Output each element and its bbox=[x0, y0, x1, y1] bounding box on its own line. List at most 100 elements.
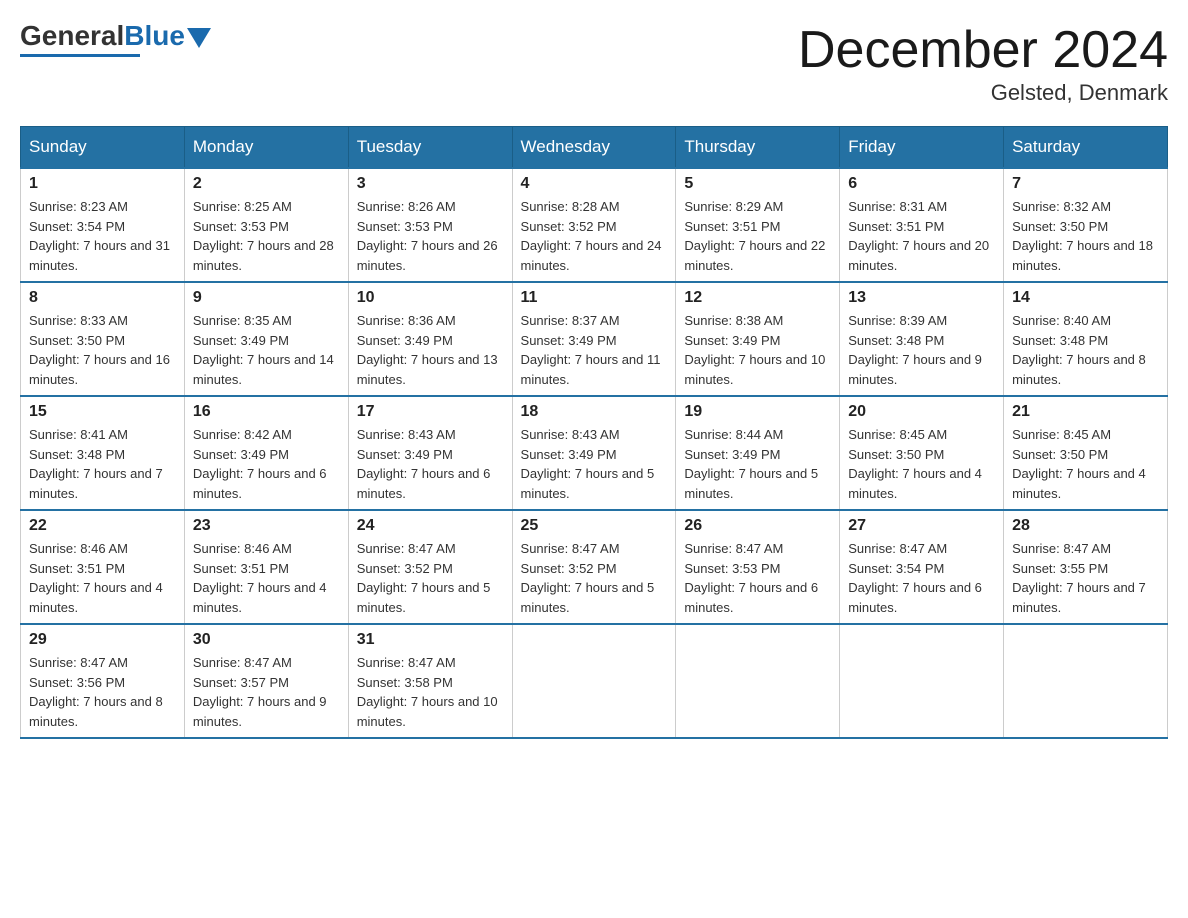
calendar-cell: 2 Sunrise: 8:25 AMSunset: 3:53 PMDayligh… bbox=[184, 168, 348, 282]
col-saturday: Saturday bbox=[1004, 127, 1168, 169]
day-number: 4 bbox=[521, 175, 668, 193]
calendar-cell: 29 Sunrise: 8:47 AMSunset: 3:56 PMDaylig… bbox=[21, 624, 185, 738]
calendar-cell: 30 Sunrise: 8:47 AMSunset: 3:57 PMDaylig… bbox=[184, 624, 348, 738]
day-info: Sunrise: 8:28 AMSunset: 3:52 PMDaylight:… bbox=[521, 197, 668, 275]
calendar-week-row: 29 Sunrise: 8:47 AMSunset: 3:56 PMDaylig… bbox=[21, 624, 1168, 738]
calendar-cell: 14 Sunrise: 8:40 AMSunset: 3:48 PMDaylig… bbox=[1004, 282, 1168, 396]
col-wednesday: Wednesday bbox=[512, 127, 676, 169]
calendar-week-row: 22 Sunrise: 8:46 AMSunset: 3:51 PMDaylig… bbox=[21, 510, 1168, 624]
title-block: December 2024 Gelsted, Denmark bbox=[798, 20, 1168, 106]
calendar-cell: 1 Sunrise: 8:23 AMSunset: 3:54 PMDayligh… bbox=[21, 168, 185, 282]
day-info: Sunrise: 8:47 AMSunset: 3:58 PMDaylight:… bbox=[357, 653, 504, 731]
day-number: 16 bbox=[193, 403, 340, 421]
calendar-cell: 6 Sunrise: 8:31 AMSunset: 3:51 PMDayligh… bbox=[840, 168, 1004, 282]
calendar-cell bbox=[512, 624, 676, 738]
logo-triangle-icon bbox=[187, 28, 211, 48]
day-number: 25 bbox=[521, 517, 668, 535]
calendar-cell: 20 Sunrise: 8:45 AMSunset: 3:50 PMDaylig… bbox=[840, 396, 1004, 510]
logo-blue-part: Blue bbox=[124, 20, 211, 52]
col-monday: Monday bbox=[184, 127, 348, 169]
day-info: Sunrise: 8:47 AMSunset: 3:57 PMDaylight:… bbox=[193, 653, 340, 731]
day-info: Sunrise: 8:43 AMSunset: 3:49 PMDaylight:… bbox=[357, 425, 504, 503]
calendar-table: Sunday Monday Tuesday Wednesday Thursday… bbox=[20, 126, 1168, 739]
day-number: 6 bbox=[848, 175, 995, 193]
day-info: Sunrise: 8:47 AMSunset: 3:53 PMDaylight:… bbox=[684, 539, 831, 617]
day-number: 23 bbox=[193, 517, 340, 535]
day-info: Sunrise: 8:33 AMSunset: 3:50 PMDaylight:… bbox=[29, 311, 176, 389]
day-number: 8 bbox=[29, 289, 176, 307]
page-header: General Blue December 2024 Gelsted, Denm… bbox=[20, 20, 1168, 106]
calendar-cell: 15 Sunrise: 8:41 AMSunset: 3:48 PMDaylig… bbox=[21, 396, 185, 510]
day-info: Sunrise: 8:42 AMSunset: 3:49 PMDaylight:… bbox=[193, 425, 340, 503]
day-info: Sunrise: 8:47 AMSunset: 3:54 PMDaylight:… bbox=[848, 539, 995, 617]
day-number: 22 bbox=[29, 517, 176, 535]
day-info: Sunrise: 8:45 AMSunset: 3:50 PMDaylight:… bbox=[1012, 425, 1159, 503]
calendar-week-row: 15 Sunrise: 8:41 AMSunset: 3:48 PMDaylig… bbox=[21, 396, 1168, 510]
day-number: 28 bbox=[1012, 517, 1159, 535]
logo: General Blue bbox=[20, 20, 211, 57]
day-number: 21 bbox=[1012, 403, 1159, 421]
calendar-week-row: 1 Sunrise: 8:23 AMSunset: 3:54 PMDayligh… bbox=[21, 168, 1168, 282]
day-info: Sunrise: 8:26 AMSunset: 3:53 PMDaylight:… bbox=[357, 197, 504, 275]
calendar-cell: 3 Sunrise: 8:26 AMSunset: 3:53 PMDayligh… bbox=[348, 168, 512, 282]
calendar-cell: 25 Sunrise: 8:47 AMSunset: 3:52 PMDaylig… bbox=[512, 510, 676, 624]
calendar-header-row: Sunday Monday Tuesday Wednesday Thursday… bbox=[21, 127, 1168, 169]
day-number: 7 bbox=[1012, 175, 1159, 193]
day-number: 11 bbox=[521, 289, 668, 307]
calendar-cell: 11 Sunrise: 8:37 AMSunset: 3:49 PMDaylig… bbox=[512, 282, 676, 396]
day-info: Sunrise: 8:40 AMSunset: 3:48 PMDaylight:… bbox=[1012, 311, 1159, 389]
day-info: Sunrise: 8:47 AMSunset: 3:56 PMDaylight:… bbox=[29, 653, 176, 731]
day-info: Sunrise: 8:35 AMSunset: 3:49 PMDaylight:… bbox=[193, 311, 340, 389]
day-number: 26 bbox=[684, 517, 831, 535]
day-number: 29 bbox=[29, 631, 176, 649]
day-info: Sunrise: 8:43 AMSunset: 3:49 PMDaylight:… bbox=[521, 425, 668, 503]
day-info: Sunrise: 8:25 AMSunset: 3:53 PMDaylight:… bbox=[193, 197, 340, 275]
day-number: 18 bbox=[521, 403, 668, 421]
col-friday: Friday bbox=[840, 127, 1004, 169]
day-number: 15 bbox=[29, 403, 176, 421]
calendar-cell: 17 Sunrise: 8:43 AMSunset: 3:49 PMDaylig… bbox=[348, 396, 512, 510]
day-number: 3 bbox=[357, 175, 504, 193]
calendar-cell: 13 Sunrise: 8:39 AMSunset: 3:48 PMDaylig… bbox=[840, 282, 1004, 396]
day-info: Sunrise: 8:46 AMSunset: 3:51 PMDaylight:… bbox=[29, 539, 176, 617]
month-title: December 2024 bbox=[798, 20, 1168, 80]
day-info: Sunrise: 8:39 AMSunset: 3:48 PMDaylight:… bbox=[848, 311, 995, 389]
day-number: 14 bbox=[1012, 289, 1159, 307]
calendar-cell: 24 Sunrise: 8:47 AMSunset: 3:52 PMDaylig… bbox=[348, 510, 512, 624]
day-number: 1 bbox=[29, 175, 176, 193]
calendar-cell: 21 Sunrise: 8:45 AMSunset: 3:50 PMDaylig… bbox=[1004, 396, 1168, 510]
calendar-cell: 28 Sunrise: 8:47 AMSunset: 3:55 PMDaylig… bbox=[1004, 510, 1168, 624]
logo-underline bbox=[20, 54, 140, 57]
col-tuesday: Tuesday bbox=[348, 127, 512, 169]
day-info: Sunrise: 8:29 AMSunset: 3:51 PMDaylight:… bbox=[684, 197, 831, 275]
calendar-cell: 12 Sunrise: 8:38 AMSunset: 3:49 PMDaylig… bbox=[676, 282, 840, 396]
col-sunday: Sunday bbox=[21, 127, 185, 169]
calendar-cell: 27 Sunrise: 8:47 AMSunset: 3:54 PMDaylig… bbox=[840, 510, 1004, 624]
calendar-cell: 10 Sunrise: 8:36 AMSunset: 3:49 PMDaylig… bbox=[348, 282, 512, 396]
logo-general-text: General bbox=[20, 20, 124, 52]
calendar-cell: 8 Sunrise: 8:33 AMSunset: 3:50 PMDayligh… bbox=[21, 282, 185, 396]
day-info: Sunrise: 8:31 AMSunset: 3:51 PMDaylight:… bbox=[848, 197, 995, 275]
day-number: 19 bbox=[684, 403, 831, 421]
calendar-cell: 22 Sunrise: 8:46 AMSunset: 3:51 PMDaylig… bbox=[21, 510, 185, 624]
day-number: 30 bbox=[193, 631, 340, 649]
day-info: Sunrise: 8:36 AMSunset: 3:49 PMDaylight:… bbox=[357, 311, 504, 389]
day-info: Sunrise: 8:37 AMSunset: 3:49 PMDaylight:… bbox=[521, 311, 668, 389]
day-number: 17 bbox=[357, 403, 504, 421]
day-number: 31 bbox=[357, 631, 504, 649]
calendar-cell: 26 Sunrise: 8:47 AMSunset: 3:53 PMDaylig… bbox=[676, 510, 840, 624]
calendar-cell: 23 Sunrise: 8:46 AMSunset: 3:51 PMDaylig… bbox=[184, 510, 348, 624]
day-info: Sunrise: 8:38 AMSunset: 3:49 PMDaylight:… bbox=[684, 311, 831, 389]
calendar-cell: 5 Sunrise: 8:29 AMSunset: 3:51 PMDayligh… bbox=[676, 168, 840, 282]
day-number: 5 bbox=[684, 175, 831, 193]
day-number: 20 bbox=[848, 403, 995, 421]
day-number: 24 bbox=[357, 517, 504, 535]
day-number: 12 bbox=[684, 289, 831, 307]
day-number: 10 bbox=[357, 289, 504, 307]
calendar-cell bbox=[676, 624, 840, 738]
calendar-week-row: 8 Sunrise: 8:33 AMSunset: 3:50 PMDayligh… bbox=[21, 282, 1168, 396]
day-info: Sunrise: 8:45 AMSunset: 3:50 PMDaylight:… bbox=[848, 425, 995, 503]
logo-blue-text: Blue bbox=[124, 20, 185, 52]
day-info: Sunrise: 8:41 AMSunset: 3:48 PMDaylight:… bbox=[29, 425, 176, 503]
day-info: Sunrise: 8:44 AMSunset: 3:49 PMDaylight:… bbox=[684, 425, 831, 503]
